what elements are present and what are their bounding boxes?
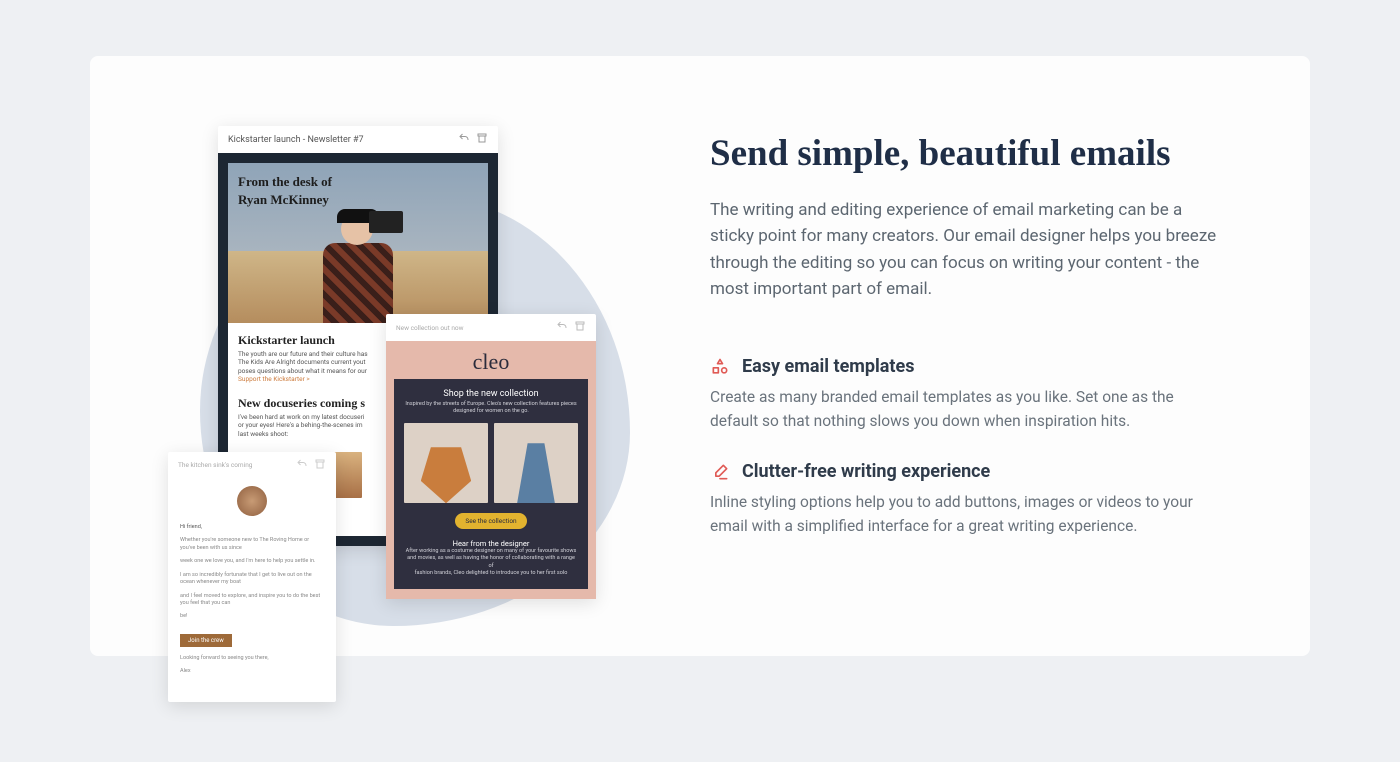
feature-card: Kickstarter launch - Newsletter #7 — [90, 56, 1310, 656]
reply-icon — [556, 320, 568, 332]
brand-logo-text: cleo — [394, 349, 588, 375]
product-grid — [404, 423, 578, 503]
template-body: Hi friend, Whether you're someone new to… — [168, 478, 336, 690]
feature-writing: Clutter-free writing experience Inline s… — [710, 461, 1220, 538]
template-body: cleo Shop the new collection Inspired by… — [386, 341, 596, 599]
feature-body: Inline styling options help you to add b… — [710, 490, 1220, 538]
archive-icon — [574, 320, 586, 332]
join-button: Join the crew — [180, 634, 232, 647]
template-header: The kitchen sink's coming — [168, 452, 336, 478]
content-area: Send simple, beautiful emails The writin… — [700, 56, 1310, 656]
collection-title: Shop the new collection — [404, 389, 578, 399]
cta-button: See the collection — [455, 513, 526, 529]
feature-body: Create as many branded email templates a… — [710, 385, 1220, 433]
email-template-cleo: New collection out now cleo Shop the new… — [386, 314, 596, 599]
greeting: Hi friend, — [180, 524, 324, 531]
hero-caption: From the desk of Ryan McKinney — [238, 173, 332, 208]
archive-icon — [476, 132, 488, 144]
section-lead: The writing and editing experience of em… — [710, 197, 1220, 302]
template-toolbar — [552, 320, 586, 335]
shapes-icon — [710, 357, 730, 377]
template-tab: New collection out now — [396, 324, 464, 332]
template-toolbar — [454, 132, 488, 147]
template-tab: Kickstarter launch - Newsletter #7 — [228, 135, 364, 145]
archive-icon — [314, 458, 326, 470]
footer-heading: Hear from the designer — [404, 539, 578, 548]
feature-templates: Easy email templates Create as many bran… — [710, 356, 1220, 433]
template-header: New collection out now — [386, 314, 596, 341]
template-toolbar — [292, 458, 326, 472]
section-heading: Send simple, beautiful emails — [710, 132, 1220, 175]
template-tab: The kitchen sink's coming — [178, 461, 252, 469]
feature-title: Clutter-free writing experience — [742, 461, 990, 482]
feature-title: Easy email templates — [742, 356, 914, 377]
reply-icon — [296, 458, 308, 470]
avatar — [237, 486, 267, 516]
product-image — [404, 423, 488, 503]
hero-image: From the desk of Ryan McKinney — [228, 163, 488, 323]
email-template-letter: The kitchen sink's coming Hi friend, Whe… — [168, 452, 336, 702]
product-image — [494, 423, 578, 503]
collection-panel: Shop the new collection Inspired by the … — [394, 379, 588, 589]
template-header: Kickstarter launch - Newsletter #7 — [218, 126, 498, 153]
edit-icon — [710, 462, 730, 482]
illustration-area: Kickstarter launch - Newsletter #7 — [90, 56, 700, 656]
reply-icon — [458, 132, 470, 144]
